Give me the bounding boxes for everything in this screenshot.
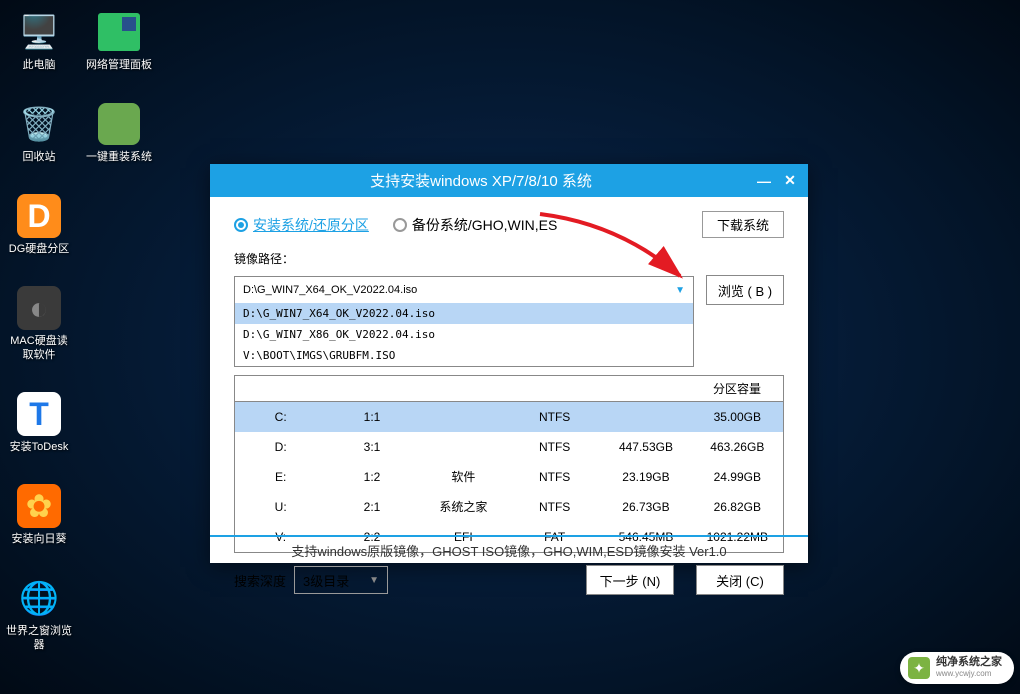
desktop-icon-browser[interactable]: 🌐 世界之窗浏览器 — [5, 576, 73, 652]
chevron-down-icon: ▼ — [675, 285, 685, 296]
mac-icon: ◐ — [17, 286, 61, 330]
table-cell: NTFS — [509, 462, 600, 492]
table-cell: NTFS — [509, 432, 600, 462]
table-cell: NTFS — [509, 492, 600, 522]
desktop-icon-dg[interactable]: D DG硬盘分区 — [5, 194, 73, 256]
table-cell: 1:1 — [326, 402, 417, 432]
desktop-icon-this-pc[interactable]: 🖥️ 此电脑 — [5, 10, 73, 72]
icon-label: 世界之窗浏览器 — [5, 624, 73, 652]
dg-icon: D — [17, 194, 61, 238]
table-header-partial: 分区容量 — [235, 376, 783, 402]
desktop-icon-sunflower[interactable]: ✿ 安装向日葵 — [5, 484, 73, 546]
table-cell: NTFS — [509, 402, 600, 432]
desktop-icon-net-panel[interactable]: 网络管理面板 — [85, 10, 153, 72]
titlebar[interactable]: 支持安装windows XP/7/8/10 系统 — ✕ — [210, 164, 808, 197]
chevron-down-icon: ▼ — [369, 575, 379, 586]
dropdown-option[interactable]: D:\G_WIN7_X86_OK_V2022.04.iso — [235, 324, 693, 345]
radio-label: 安装系统/还原分区 — [253, 215, 369, 235]
download-button[interactable]: 下载系统 — [702, 211, 784, 238]
reinstall-icon — [97, 102, 141, 146]
icon-label: MAC硬盘读取软件 — [5, 334, 73, 362]
table-row[interactable]: D:3:1 NTFS447.53GB463.26GB — [235, 432, 783, 462]
table-cell: 1:2 — [326, 462, 417, 492]
search-depth-select[interactable]: 3级目录 ▼ — [294, 566, 388, 594]
table-cell: 2:1 — [326, 492, 417, 522]
close-button[interactable]: ✕ — [778, 171, 802, 191]
radio-label: 备份系统/GHO,WIN,ES — [412, 215, 557, 235]
col-capacity: 分区容量 — [691, 376, 783, 401]
table-cell: 35.00GB — [692, 402, 783, 432]
table-cell: 24.99GB — [692, 462, 783, 492]
watermark-url: www.ycwjy.com — [936, 668, 1002, 679]
dropdown-option[interactable]: D:\G_WIN7_X64_OK_V2022.04.iso — [235, 303, 693, 324]
window-title: 支持安装windows XP/7/8/10 系统 — [210, 170, 752, 191]
radio-icon — [393, 218, 407, 232]
globe-icon: 🌐 — [17, 576, 61, 620]
next-button[interactable]: 下一步 (N) — [586, 565, 674, 595]
desktop-icon-mac[interactable]: ◐ MAC硬盘读取软件 — [5, 286, 73, 362]
table-cell: D: — [235, 432, 326, 462]
icon-label: 安装向日葵 — [12, 532, 67, 546]
table-cell: U: — [235, 492, 326, 522]
icon-label: DG硬盘分区 — [9, 242, 70, 256]
browse-button[interactable]: 浏览 ( B ) — [706, 275, 784, 305]
footer-text: 支持windows原版镜像，GHOST ISO镜像，GHO,WIM,ESD镜像安… — [210, 535, 808, 563]
bin-icon: 🗑️ — [17, 102, 61, 146]
network-icon — [97, 10, 141, 54]
sunflower-icon: ✿ — [17, 484, 61, 528]
search-depth-label: 搜索深度 — [234, 571, 286, 590]
watermark-title: 纯净系统之家 — [936, 657, 1002, 668]
watermark: ✦ 纯净系统之家 www.ycwjy.com — [900, 652, 1014, 684]
select-value: 3级目录 — [303, 571, 349, 590]
table-cell: 23.19GB — [600, 462, 691, 492]
todesk-icon: T — [17, 392, 61, 436]
minimize-button[interactable]: — — [752, 171, 776, 191]
table-cell: C: — [235, 402, 326, 432]
icon-label: 一键重装系统 — [86, 150, 152, 164]
table-row[interactable]: U:2:1系统之家NTFS26.73GB26.82GB — [235, 492, 783, 522]
table-cell: 3:1 — [326, 432, 417, 462]
combobox-value: D:\G_WIN7_X64_OK_V2022.04.iso — [243, 284, 417, 296]
radio-icon — [234, 218, 248, 232]
table-cell: 26.82GB — [692, 492, 783, 522]
radio-install[interactable]: 安装系统/还原分区 — [234, 215, 369, 235]
desktop-icon-recycle[interactable]: 🗑️ 回收站 — [5, 102, 73, 164]
table-cell: 26.73GB — [600, 492, 691, 522]
table-cell: E: — [235, 462, 326, 492]
desktop-icon-reinstall[interactable]: 一键重装系统 — [85, 102, 153, 164]
path-label: 镜像路径： — [234, 250, 784, 267]
radio-backup[interactable]: 备份系统/GHO,WIN,ES — [393, 215, 557, 235]
desktop-icons: 🖥️ 此电脑 网络管理面板 🗑️ 回收站 一键重装系统 D DG硬盘分区 ◐ M… — [5, 10, 165, 652]
icon-label: 回收站 — [23, 150, 56, 164]
partition-table: 盘符 序号 卷标 格式 可用容量 分区容量 分区容量 C:1:1NTFS35.0… — [234, 375, 784, 553]
table-cell — [600, 402, 691, 432]
table-cell — [418, 432, 509, 462]
dropdown-option[interactable]: V:\BOOT\IMGS\GRUBFM.ISO — [235, 345, 693, 366]
image-path-combobox[interactable]: D:\G_WIN7_X64_OK_V2022.04.iso ▼ D:\G_WIN… — [234, 276, 694, 304]
icon-label: 此电脑 — [23, 58, 56, 72]
table-cell — [418, 402, 509, 432]
close-button[interactable]: 关闭 (C) — [696, 565, 784, 595]
table-row[interactable]: E:1:2软件NTFS23.19GB24.99GB — [235, 462, 783, 492]
combobox-dropdown: D:\G_WIN7_X64_OK_V2022.04.iso D:\G_WIN7_… — [234, 303, 694, 367]
combobox-display[interactable]: D:\G_WIN7_X64_OK_V2022.04.iso ▼ — [234, 276, 694, 304]
desktop-icon-todesk[interactable]: T 安装ToDesk — [5, 392, 73, 454]
table-cell: 系统之家 — [418, 492, 509, 522]
pc-icon: 🖥️ — [17, 10, 61, 54]
table-cell: 463.26GB — [692, 432, 783, 462]
table-cell: 软件 — [418, 462, 509, 492]
icon-label: 网络管理面板 — [86, 58, 152, 72]
icon-label: 安装ToDesk — [10, 440, 69, 454]
installer-window: 支持安装windows XP/7/8/10 系统 — ✕ 安装系统/还原分区 备… — [210, 164, 808, 563]
watermark-logo-icon: ✦ — [908, 657, 930, 679]
table-cell: 447.53GB — [600, 432, 691, 462]
table-row[interactable]: C:1:1 NTFS 35.00GB — [235, 402, 783, 432]
